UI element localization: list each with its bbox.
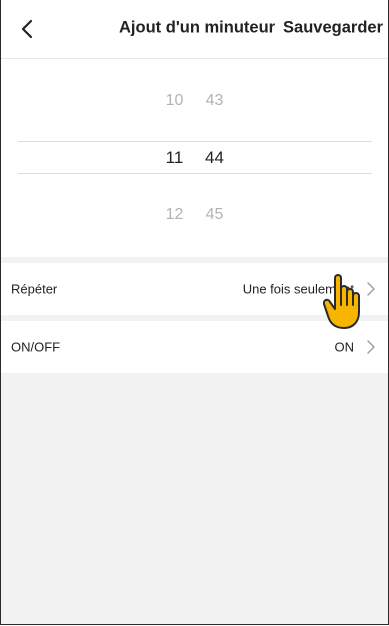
minute-value: 44 [205,148,224,167]
hour-value: 11 [165,148,184,167]
chevron-right-icon [367,340,375,354]
back-button[interactable] [15,16,41,42]
hour-value: 12 [165,206,184,223]
minute-value: 45 [205,206,224,223]
time-picker[interactable]: 10 43 11 44 12 45 [1,59,388,257]
save-button[interactable]: Sauvegarder [283,19,383,38]
picker-row-previous[interactable]: 10 43 [1,81,388,121]
onoff-label: ON/OFF [11,339,61,355]
hour-value: 10 [165,92,184,109]
onoff-value: ON [334,339,355,355]
repeat-label: Répéter [11,281,58,297]
tap-hand-icon [322,274,360,329]
chevron-right-icon [367,282,375,296]
top-bar: Ajout d'un minuteur Sauvegarder [1,0,388,59]
selection-divider [18,173,372,174]
picker-row-selected[interactable]: 11 44 [1,138,388,178]
picker-row-next[interactable]: 12 45 [1,195,388,235]
minute-value: 43 [205,92,224,109]
chevron-left-icon [21,19,33,39]
page-title: Ajout d'un minuteur [119,18,276,37]
